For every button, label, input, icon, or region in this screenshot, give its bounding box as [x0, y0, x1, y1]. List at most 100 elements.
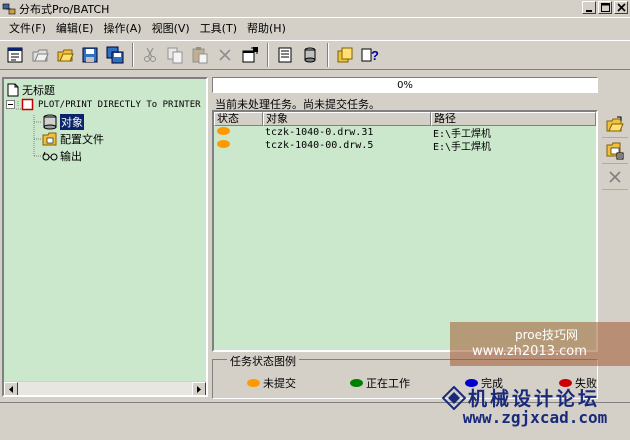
menu-help[interactable]: 帮助(H): [242, 20, 291, 36]
properties-button[interactable]: [238, 43, 262, 67]
legend-item-pending: 未提交: [247, 375, 296, 391]
properties-icon: [242, 47, 258, 63]
status-pending-icon: [217, 140, 230, 148]
tree-task-label: PLOT/PRINT DIRECTLY To PRINTER: [38, 100, 201, 110]
database-icon: [43, 114, 57, 130]
watermark-site-url: www.zh2013.com: [472, 344, 587, 359]
app-icon: [2, 3, 16, 14]
copy-button[interactable]: [163, 43, 187, 67]
status-pending-icon: [217, 127, 230, 135]
collapse-icon[interactable]: [6, 100, 16, 110]
tree-horizontal-scrollbar[interactable]: [4, 381, 206, 395]
scroll-left-button[interactable]: [4, 382, 18, 395]
tree-item-output[interactable]: 输出: [42, 148, 82, 164]
legend-item-working: 正在工作: [350, 375, 410, 391]
object-settings-button[interactable]: [602, 138, 628, 164]
save-all-icon: [106, 46, 124, 64]
remove-object-button[interactable]: [602, 164, 628, 190]
tree-task[interactable]: PLOT/PRINT DIRECTLY To PRINTER: [6, 98, 201, 112]
svg-text:?: ?: [371, 48, 379, 63]
menu-edit[interactable]: 编辑(E): [51, 20, 99, 36]
delete-button[interactable]: [213, 43, 237, 67]
minimize-button[interactable]: [582, 1, 596, 14]
legend-title: 任务状态图例: [227, 353, 299, 369]
script-icon: [278, 47, 292, 63]
scroll-right-button[interactable]: [192, 382, 206, 395]
delete-icon: [219, 49, 231, 61]
about-button[interactable]: [333, 43, 357, 67]
task-tree[interactable]: 无标题 PLOT/PRINT DIRECTLY To PRINTER 对象 配置…: [2, 77, 208, 397]
window-title: 分布式Pro/BATCH: [19, 2, 110, 16]
tree-item-label: 对象: [60, 114, 84, 130]
about-icon: [337, 47, 353, 63]
start-button[interactable]: [298, 43, 322, 67]
tree-root[interactable]: 无标题: [6, 82, 55, 98]
new-db-icon: [7, 47, 23, 63]
progress-bar: 0%: [212, 77, 598, 93]
column-object[interactable]: 对象: [263, 112, 431, 126]
menu-action[interactable]: 操作(A): [98, 20, 146, 36]
column-status[interactable]: 状态: [214, 112, 263, 126]
cell-path: E:\手工焊机: [433, 142, 492, 153]
close-button[interactable]: [614, 1, 628, 14]
menu-file[interactable]: 文件(F): [4, 20, 51, 36]
document-icon: [7, 83, 19, 97]
help-button[interactable]: ?: [358, 43, 382, 67]
tree-item-config[interactable]: 配置文件: [42, 131, 104, 147]
arrow-right-icon: [197, 385, 201, 393]
tree-item-label: 配置文件: [60, 133, 104, 146]
table-header: 状态 对象 路径: [214, 112, 596, 126]
status-working-icon: [350, 379, 363, 387]
cut-button[interactable]: [138, 43, 162, 67]
close-icon: [616, 3, 626, 12]
title-bar: 分布式Pro/BATCH: [0, 0, 630, 17]
open-icon: [32, 49, 49, 62]
toolbar-separator: [327, 43, 329, 67]
open-folder-button[interactable]: [53, 43, 77, 67]
maximize-button[interactable]: [598, 1, 612, 14]
forum-logo-icon: [442, 386, 466, 410]
new-db-button[interactable]: [3, 43, 27, 67]
watermark-site-name: proe技巧网: [514, 328, 578, 342]
progress-text: 0%: [397, 79, 413, 91]
config-file-icon: [42, 132, 57, 146]
status-pending-icon: [247, 379, 260, 387]
watermark-proe: proe技巧网 www.zh2013.com: [450, 322, 630, 366]
open-folder-icon: [606, 116, 624, 131]
tree-item-label: 输出: [60, 150, 82, 163]
save-button[interactable]: [78, 43, 102, 67]
column-path[interactable]: 路径: [431, 112, 596, 126]
save-all-button[interactable]: [103, 43, 127, 67]
scroll-track[interactable]: [18, 382, 192, 395]
task-table[interactable]: 状态 对象 路径 tczk-1040-0.drw.31 E:\手工焊机 tczk…: [212, 110, 598, 352]
script-button[interactable]: [273, 43, 297, 67]
cut-icon: [144, 47, 156, 62]
save-icon: [82, 47, 98, 63]
open-folder-icon: [57, 49, 74, 62]
paste-button[interactable]: [188, 43, 212, 67]
tree-root-label: 无标题: [22, 84, 55, 97]
tree-item-objects[interactable]: 对象: [42, 114, 84, 130]
open-button[interactable]: [28, 43, 52, 67]
toolbar-separator: [267, 43, 269, 67]
cell-object: tczk-1040-0.drw.31: [265, 127, 374, 138]
minimize-icon: [586, 9, 592, 12]
maximize-icon: [600, 3, 610, 12]
help-icon: ?: [361, 48, 379, 63]
delete-icon: [609, 170, 621, 183]
legend-label: 正在工作: [366, 377, 410, 390]
arrow-left-icon: [9, 385, 13, 393]
watermark-forum-url: www.zgjxcad.com: [462, 408, 608, 427]
legend-label: 未提交: [263, 377, 296, 390]
menu-bar: 文件(F) 编辑(E) 操作(A) 视图(V) 工具(T) 帮助(H): [0, 17, 630, 37]
toolbar-separator: [132, 43, 134, 67]
watermark-forum-name: 机械设计论坛: [468, 388, 601, 410]
add-object-button[interactable]: [602, 112, 628, 138]
menu-view[interactable]: 视图(V): [147, 20, 195, 36]
side-toolbar: [602, 112, 628, 190]
table-row[interactable]: tczk-1040-00.drw.5 E:\手工焊机: [214, 139, 596, 153]
start-icon: [304, 47, 316, 63]
menu-tools[interactable]: 工具(T): [195, 20, 242, 36]
task-icon: [21, 98, 34, 111]
watermark-jxcad: 机械设计论坛 www.zgjxcad.com: [440, 382, 630, 440]
